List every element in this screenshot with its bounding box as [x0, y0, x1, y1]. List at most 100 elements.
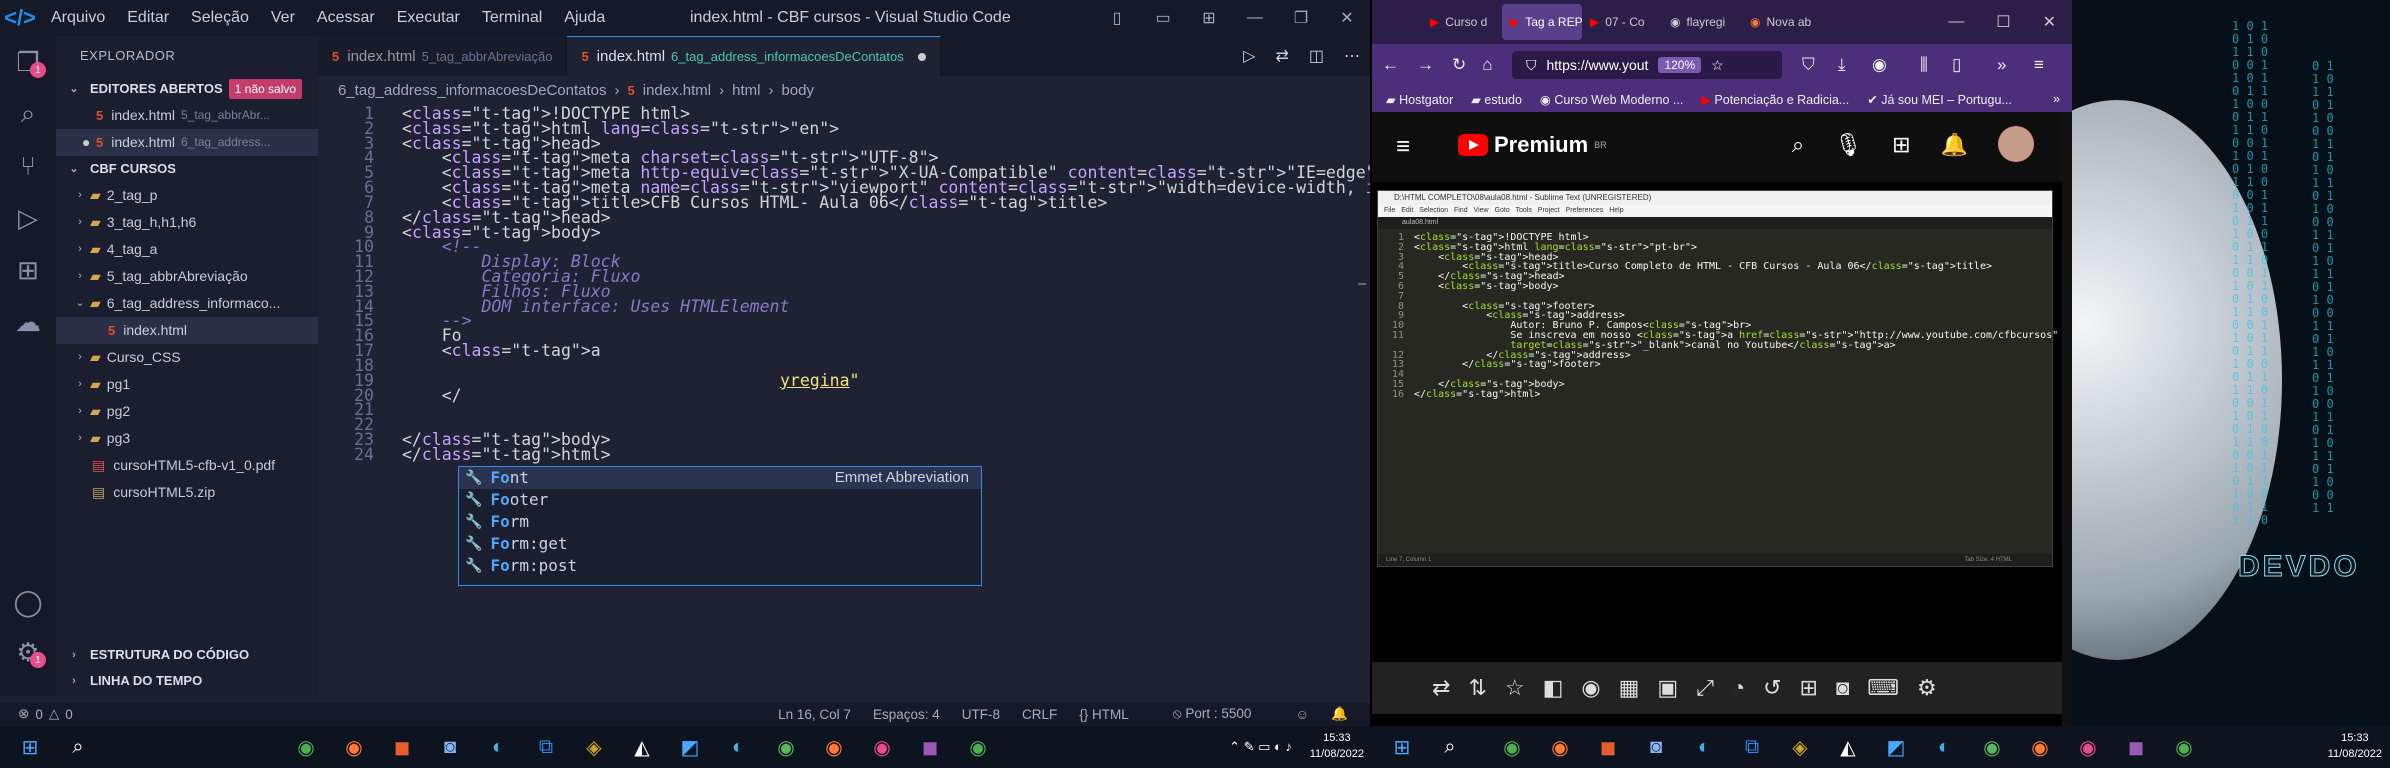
- hamburger-menu-icon[interactable]: ≡: [1396, 133, 1410, 161]
- tab-index-6[interactable]: 5 index.html 6_tag_address_informacoesDeCo…: [567, 36, 941, 76]
- chrome-icon[interactable]: ◉: [2160, 735, 2208, 760]
- start-icon[interactable]: ⊞: [6, 735, 54, 760]
- bookmark-item[interactable]: ▰ Hostgator: [1386, 92, 1453, 107]
- browser-tab[interactable]: ▶ 07 - Co: [1582, 4, 1662, 40]
- tree-folder[interactable]: › ▰ pg2: [56, 398, 318, 425]
- camera-icon[interactable]: ◙: [426, 736, 474, 759]
- breadcrumb-file[interactable]: index.html: [643, 82, 711, 99]
- menu-executar[interactable]: Executar: [386, 9, 471, 27]
- star-icon[interactable]: ☆: [1505, 675, 1525, 701]
- search-icon[interactable]: ⌕: [1792, 132, 1804, 162]
- tree-folder[interactable]: ⌄ ▰ 6_tag_address_informaco...: [56, 290, 318, 317]
- tree-file[interactable]: ▤ cursoHTML5.zip: [56, 479, 318, 506]
- edge-icon[interactable]: ◐: [474, 736, 522, 759]
- close-button[interactable]: ✕: [2027, 12, 2072, 32]
- app-icon[interactable]: ◭: [1824, 735, 1872, 760]
- create-video-icon[interactable]: ⊞: [1892, 132, 1910, 162]
- unsaved-dot-icon[interactable]: ●: [82, 129, 96, 156]
- settings-gear-icon[interactable]: ⚙ 1: [0, 626, 56, 678]
- menu-ajuda[interactable]: Ajuda: [553, 9, 616, 27]
- speed-icon[interactable]: ◔: [1732, 675, 1745, 701]
- keyboard-icon[interactable]: ⌨: [1867, 675, 1899, 701]
- menu-editar[interactable]: Editar: [116, 9, 180, 27]
- encoding[interactable]: UTF-8: [962, 707, 1000, 722]
- firefox-icon[interactable]: ◉: [330, 735, 378, 760]
- clapper-icon[interactable]: ▦: [1619, 675, 1640, 701]
- tree-folder[interactable]: › ▰ pg1: [56, 371, 318, 398]
- outline-section[interactable]: › ESTRUTURA DO CÓDIGO: [56, 642, 318, 668]
- open-editors-section[interactable]: ⌄ EDITORES ABERTOS 1 não salvo: [56, 76, 318, 102]
- home-icon[interactable]: ⌂: [1482, 55, 1492, 75]
- pip-icon[interactable]: ◧: [1543, 675, 1564, 701]
- overflow-icon[interactable]: »: [1997, 55, 2006, 75]
- error-icon[interactable]: ⊗: [18, 706, 29, 722]
- vscode-taskbar-icon[interactable]: ⧉: [522, 736, 570, 759]
- sidebar-icon[interactable]: ▯: [1952, 55, 1961, 75]
- menu-terminal[interactable]: Terminal: [471, 9, 553, 27]
- search-icon[interactable]: ⌕: [0, 88, 56, 140]
- add-icon[interactable]: ⊞: [1800, 675, 1818, 701]
- suggestion-item[interactable]: 🔧 Fo rm:get: [459, 533, 981, 555]
- edge-icon[interactable]: ◐: [1680, 736, 1728, 759]
- maximize-button[interactable]: ☐: [1980, 12, 2026, 32]
- cursor-position[interactable]: Ln 16, Col 7: [778, 707, 851, 722]
- suggestion-item[interactable]: 🔧 Fo oter: [459, 489, 981, 511]
- tree-folder[interactable]: › ▰ 5_tag_abbrAbreviação: [56, 263, 318, 290]
- loop-icon[interactable]: ⇄: [1432, 675, 1450, 701]
- split-editor-icon[interactable]: ◫: [1309, 46, 1324, 66]
- image-icon[interactable]: ▣: [1657, 675, 1678, 701]
- tree-folder[interactable]: › ▰ Curso_CSS: [56, 344, 318, 371]
- minimize-button[interactable]: —: [1232, 9, 1278, 27]
- url-bar[interactable]: ⛉ https://www.yout 120% ☆: [1512, 51, 1782, 79]
- run-icon[interactable]: ▷: [1243, 46, 1255, 66]
- bookmark-item[interactable]: ▶ Potenciação e Radicia...: [1701, 92, 1849, 107]
- go-live-icon[interactable]: ⇄: [1275, 46, 1288, 66]
- remote-icon[interactable]: ☁: [0, 296, 56, 348]
- unsaved-dot-icon[interactable]: [917, 52, 926, 61]
- language-mode[interactable]: {} HTML: [1079, 707, 1151, 722]
- avatar[interactable]: [1998, 126, 2034, 162]
- app-icon[interactable]: ◼: [2112, 735, 2160, 760]
- toggle-panel-icon[interactable]: ▭: [1140, 8, 1186, 28]
- menu-arquivo[interactable]: Arquivo: [40, 9, 116, 27]
- video-player[interactable]: D:\HTML COMPLETO\08\aula08.html - Sublim…: [1372, 182, 2072, 662]
- toggle-sidebar-icon[interactable]: ▯: [1094, 8, 1140, 28]
- explorer-icon[interactable]: ❐ 1: [0, 36, 56, 88]
- browser-tab-active[interactable]: ▶Tag a REPR✕: [1502, 4, 1582, 40]
- more-actions-icon[interactable]: ⋯: [1344, 46, 1360, 66]
- indent-setting[interactable]: Espaços: 4: [873, 707, 940, 722]
- clock[interactable]: 15:33 11/08/2022: [2328, 730, 2382, 762]
- app-icon[interactable]: ◩: [666, 735, 714, 760]
- tree-folder[interactable]: › ▰ 4_tag_a: [56, 236, 318, 263]
- account-icon[interactable]: ◯: [0, 576, 56, 628]
- project-section[interactable]: ⌄ CBF CURSOS: [56, 156, 318, 182]
- menu-acessar[interactable]: Acessar: [306, 9, 386, 27]
- youtube-premium-logo[interactable]: Premium BR: [1458, 132, 1607, 158]
- menu-selecao[interactable]: Seleção: [180, 9, 260, 27]
- rewind-icon[interactable]: ↺: [1763, 675, 1781, 701]
- bookmark-star-icon[interactable]: ☆: [1711, 57, 1724, 74]
- extensions-icon[interactable]: ⊞: [0, 244, 56, 296]
- maximize-button[interactable]: ❐: [1278, 8, 1324, 28]
- camera-icon[interactable]: ◙: [1632, 736, 1680, 759]
- source-control-icon[interactable]: ⑂: [0, 140, 56, 192]
- scrollbar[interactable]: [2062, 112, 2072, 726]
- zoom-level[interactable]: 120%: [1658, 57, 1702, 73]
- browser-tab[interactable]: ▶ Curso d: [1422, 4, 1502, 40]
- camera-icon[interactable]: ◙: [1836, 675, 1849, 701]
- notifications-icon[interactable]: 🔔: [1941, 132, 1968, 162]
- app-icon[interactable]: ◉: [762, 735, 810, 760]
- app-icon[interactable]: ◉: [810, 735, 858, 760]
- app-icon[interactable]: ◼: [1584, 735, 1632, 760]
- download-icon[interactable]: ⤓: [1838, 55, 1846, 75]
- overflow-icon[interactable]: »: [2053, 92, 2072, 106]
- breadcrumb-folder[interactable]: 6_tag_address_informacoesDeContatos: [338, 82, 607, 99]
- live-server-port[interactable]: ⦸ Port : 5500: [1173, 706, 1274, 722]
- warning-count[interactable]: 0: [65, 707, 73, 722]
- layout-icon[interactable]: ⊞: [1186, 8, 1232, 28]
- tab-index-5[interactable]: 5 index.html 5_tag_abbrAbreviação: [318, 36, 568, 76]
- expand-icon[interactable]: ⤢: [1696, 675, 1714, 701]
- suggestion-item[interactable]: 🔧 Fo rm: [459, 511, 981, 533]
- warning-icon[interactable]: △: [49, 706, 59, 722]
- tree-folder[interactable]: › ▰ 3_tag_h,h1,h6: [56, 209, 318, 236]
